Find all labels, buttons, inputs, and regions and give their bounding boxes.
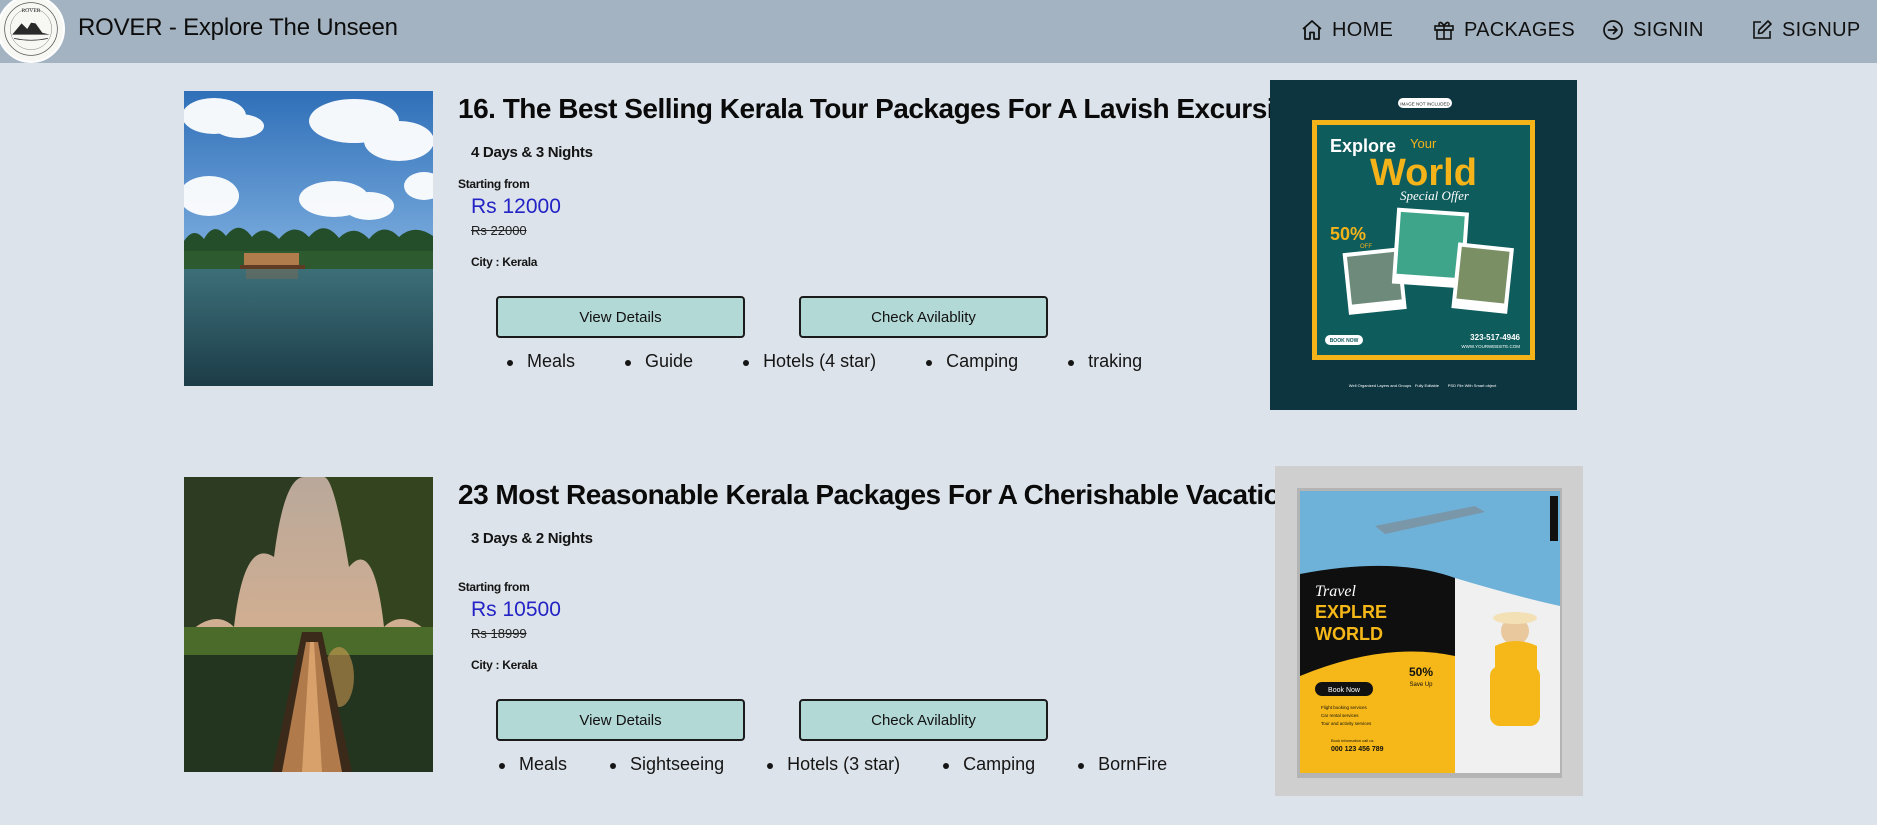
package-image-canoe[interactable] [184,477,433,772]
home-icon [1302,20,1322,40]
rover-logo-icon: ROVER [4,2,58,56]
nav-home-label: HOME [1332,18,1394,41]
view-details-button[interactable]: View Details [496,699,745,741]
promo-feature: PSD File With Smart object [1448,383,1497,388]
promo-banner-explore-world[interactable]: IMAGE NOT INCLUDED Explore Your World Sp… [1270,80,1577,410]
promo-feature: Fully Editable [1415,383,1440,388]
navbar: ROVER ROVER - Explore The Unseen HOME PA… [0,0,1877,63]
promo-cta: BOOK NOW [1330,338,1359,344]
promo-discount-suffix: Save Up [1409,682,1433,688]
nav-signin[interactable]: SIGNIN [1601,16,1704,44]
features-list: Meals Guide Hotels (4 star) Camping trak… [507,351,1142,372]
feature-item: Hotels (4 star) [743,351,876,372]
promo-site: WWW.YOURWEBSITE.COM [1461,344,1520,349]
promo-banner-travel-world[interactable]: Travel EXPLRE WORLD 50% Save Up Book Now… [1275,466,1583,796]
promo-list-item: Tour and activity services [1321,721,1372,726]
promo-list-item: Car rental services [1321,713,1359,718]
feature-item: BornFire [1078,754,1167,775]
logo-text: ROVER [21,8,40,14]
promo-contact-label: Book information call us [1331,738,1373,743]
feature-item: Sightseeing [610,754,724,775]
feature-item: Meals [499,754,567,775]
nav-signup[interactable]: SIGNUP [1750,16,1860,44]
feature-item: Camping [926,351,1018,372]
brand-logo[interactable]: ROVER [0,0,65,63]
promo-line4: Special Offer [1400,188,1470,203]
promo-list-item: Flight booking services [1321,705,1368,710]
features-list: Meals Sightseeing Hotels (3 star) Campin… [499,754,1167,775]
feature-item: Hotels (3 star) [767,754,900,775]
feature-item: Camping [943,754,1035,775]
starting-from-label: Starting from [458,580,530,594]
promo-line2: Your [1410,136,1437,151]
promo-phone: 323-517-4946 [1470,333,1520,342]
promo-feature: Well Organized Layers and Groups [1349,383,1411,388]
promo-line3: WORLD [1315,624,1383,644]
package-price: Rs 12000 [471,195,561,218]
feature-item: Guide [625,351,693,372]
feature-item: traking [1068,351,1142,372]
package-city: City : Kerala [471,255,538,269]
brand-title[interactable]: ROVER - Explore The Unseen [78,14,398,42]
package-duration: 4 Days & 3 Nights [471,144,593,161]
nav-signin-label: SIGNIN [1633,18,1704,41]
promo-travel-world-image: Travel EXPLRE WORLD 50% Save Up Book Now… [1275,466,1583,796]
package-title[interactable]: 23 Most Reasonable Kerala Packages For A… [458,479,1297,511]
gift-icon [1434,21,1454,40]
promo-phone: 000 123 456 789 [1331,746,1384,753]
nav-packages-label: PACKAGES [1464,18,1575,41]
feature-item: Meals [507,351,575,372]
view-details-button[interactable]: View Details [496,296,745,338]
promo-discount-suffix: OFF [1360,244,1372,250]
package-old-price: Rs 22000 [471,223,527,238]
package-image-houseboat[interactable] [184,91,433,386]
promo-discount: 50% [1330,224,1366,244]
houseboat-photo [184,91,433,386]
promo-discount: 50% [1409,665,1433,679]
package-duration: 3 Days & 2 Nights [471,530,593,547]
promo-line1: Travel [1315,583,1356,600]
edit-icon [1753,20,1772,39]
nav-signup-label: SIGNUP [1782,18,1861,41]
check-availability-button[interactable]: Check Avilablity [799,699,1048,741]
check-availability-button[interactable]: Check Avilablity [799,296,1048,338]
nav-home[interactable]: HOME [1300,16,1393,44]
package-old-price: Rs 18999 [471,626,527,641]
canoe-photo [184,477,433,772]
package-title[interactable]: 16. The Best Selling Kerala Tour Package… [458,93,1308,125]
starting-from-label: Starting from [458,177,530,191]
promo-badge: IMAGE NOT INCLUDED [1400,102,1450,107]
nav-packages[interactable]: PACKAGES [1432,16,1575,44]
promo-explore-world-image: IMAGE NOT INCLUDED Explore Your World Sp… [1270,80,1577,410]
signin-icon [1603,20,1623,40]
package-city: City : Kerala [471,658,538,672]
promo-cta: Book Now [1328,687,1361,694]
promo-line2: EXPLRE [1315,602,1387,622]
package-price: Rs 10500 [471,598,561,621]
